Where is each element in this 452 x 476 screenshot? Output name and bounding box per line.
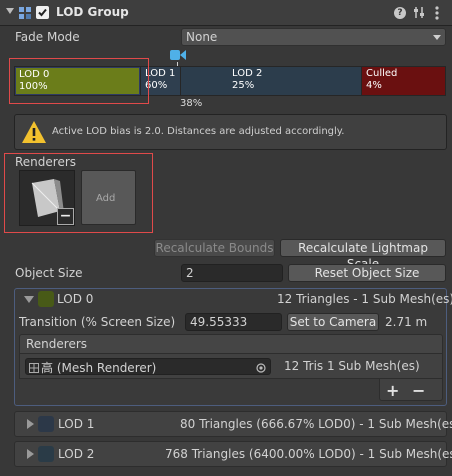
lod2-title: LOD 2 (58, 447, 95, 461)
warning-text: Active LOD bias is 2.0. Distances are ad… (52, 126, 345, 137)
lod0-highlight-box (9, 58, 149, 104)
object-size-field[interactable]: 2 (181, 264, 283, 282)
object-size-label: Object Size (15, 266, 83, 280)
object-size-value: 2 (186, 266, 194, 280)
transition-label: Transition (% Screen Size) (19, 315, 176, 329)
set-to-camera-label: Set to Camera (289, 315, 377, 329)
recalculate-lightmap-scale-button[interactable]: Recalculate Lightmap Scale (280, 239, 446, 271)
lod-segment-1-name: LOD 1 (145, 68, 176, 79)
lod0-renderers-label: Renderers (26, 337, 88, 351)
mesh-renderer-icon (29, 362, 39, 373)
help-icon[interactable]: ? (394, 7, 406, 19)
lod-segment-culled-name: Culled (366, 68, 398, 79)
lod2-color-swatch (38, 446, 54, 462)
lod0-distance: 2.71 m (385, 315, 428, 329)
remove-renderer-button[interactable]: − (57, 208, 74, 225)
object-picker-icon[interactable] (256, 362, 266, 373)
fade-mode-dropdown[interactable]: None (181, 28, 446, 46)
add-label: Add (96, 193, 116, 204)
lod1-foldout[interactable]: LOD 1 80 Triangles (666.67% LOD0) - 1 Su… (14, 411, 452, 437)
lod1-color-swatch (38, 416, 54, 432)
lod0-foldout-arrow-icon[interactable] (24, 296, 34, 303)
lod-segment-2-percent: 25% (232, 80, 255, 91)
camera-marker-percent: 38% (180, 98, 203, 109)
renderer-name: 高 (Mesh Renderer) (41, 361, 157, 375)
lod-group-icon (18, 6, 32, 20)
lod-segment-2[interactable]: LOD 2 25% (181, 67, 361, 95)
lod0-title: LOD 0 (57, 292, 94, 306)
lod2-foldout-arrow-icon (27, 449, 34, 459)
recalculate-bounds-label: Recalculate Bounds (155, 241, 274, 255)
lod0-color-swatch (38, 291, 54, 307)
chevron-down-icon (433, 35, 441, 40)
lod1-summary: 80 Triangles (666.67% LOD0) - 1 Sub Mesh… (180, 417, 452, 431)
foldout-arrow-icon[interactable] (6, 8, 14, 14)
remove-list-item-button[interactable]: − (412, 381, 425, 400)
transition-field[interactable]: 49.55333 (185, 313, 282, 331)
lod0-renderers-header: Renderers (19, 334, 443, 354)
renderer-info: 12 Tris 1 Sub Mesh(es) (284, 359, 420, 373)
lod-bias-warning: Active LOD bias is 2.0. Distances are ad… (14, 114, 447, 150)
add-list-item-button[interactable]: + (386, 381, 399, 400)
lod0-summary: 12 Triangles - 1 Sub Mesh(es) (277, 292, 452, 306)
recalculate-bounds-button[interactable]: Recalculate Bounds (154, 239, 275, 257)
renderer-object-field[interactable]: 高 (Mesh Renderer) (25, 358, 271, 375)
lod-segment-2-name: LOD 2 (232, 68, 263, 79)
lod-segment-culled-percent: 4% (366, 80, 382, 91)
renderer-thumbnail[interactable]: − (19, 170, 75, 226)
lod-segment-culled[interactable]: Culled 4% (362, 67, 445, 95)
reset-object-size-label: Reset Object Size (314, 266, 420, 280)
reset-object-size-button[interactable]: Reset Object Size (288, 264, 446, 282)
lod1-foldout-arrow-icon (27, 419, 34, 429)
warning-icon (21, 120, 47, 144)
transition-value: 49.55333 (190, 315, 248, 329)
camera-icon[interactable] (170, 48, 186, 62)
lod1-title: LOD 1 (58, 417, 95, 431)
set-to-camera-button[interactable]: Set to Camera (287, 313, 379, 331)
component-title: LOD Group (56, 5, 129, 19)
fade-mode-label: Fade Mode (15, 30, 80, 44)
sliders-icon[interactable] (413, 6, 425, 19)
kebab-menu-icon[interactable] (435, 6, 439, 20)
fade-mode-value: None (186, 30, 218, 44)
remove-label: − (59, 208, 72, 224)
lod2-foldout[interactable]: LOD 2 768 Triangles (6400.00% LOD0) - 1 … (14, 441, 452, 467)
lod2-summary: 768 Triangles (6400.00% LOD0) - 1 Sub Me… (165, 447, 452, 461)
renderers-label: Renderers (15, 155, 77, 169)
add-renderer-button[interactable]: Add (81, 170, 136, 225)
enabled-checkbox[interactable] (36, 6, 49, 19)
